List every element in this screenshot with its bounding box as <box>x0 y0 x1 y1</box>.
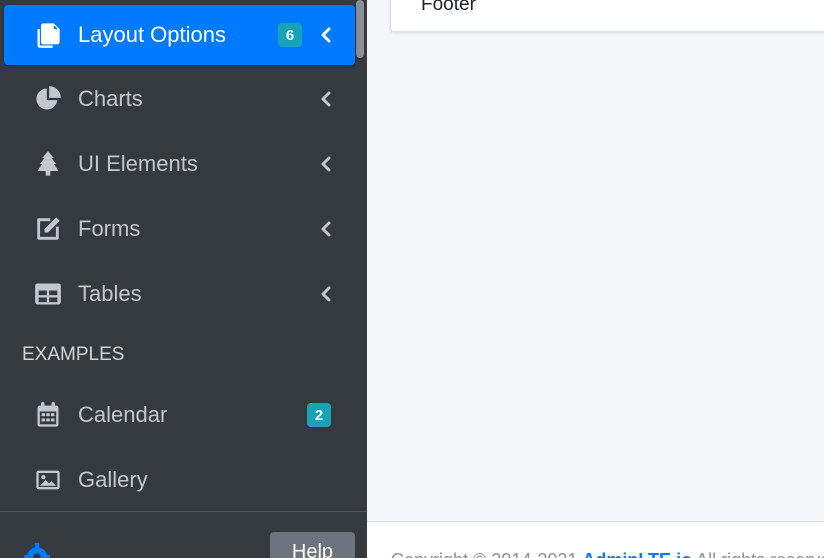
nav-label: Charts <box>78 86 143 111</box>
sidebar-scrollbar[interactable] <box>356 0 364 58</box>
chevron-left-icon <box>317 285 335 303</box>
cogs-icon[interactable] <box>20 540 54 558</box>
calendar-icon <box>34 401 62 429</box>
chevron-left-icon <box>317 90 335 108</box>
footer-copyright: Copyright © 2014-2021 <box>391 550 577 558</box>
nav-item-calendar[interactable]: Calendar 2 <box>4 385 355 445</box>
help-button[interactable]: Help <box>270 532 355 558</box>
nav-item-ui-elements[interactable]: UI Elements <box>4 134 355 194</box>
card-footer: Footer <box>390 0 824 32</box>
nav-label: Tables <box>78 281 142 306</box>
card-footer-text: Footer <box>421 0 476 15</box>
footer-brand-link[interactable]: AdminLTE.io <box>582 550 692 558</box>
sidebar-divider <box>0 511 367 512</box>
table-icon <box>34 280 62 308</box>
nav-label: Layout Options <box>78 22 226 47</box>
main-footer: Copyright © 2014-2021 AdminLTE.io All ri… <box>367 521 824 558</box>
nav-label: Forms <box>78 216 141 241</box>
sidebar: Layout Options 6 Charts UI Elements Form… <box>0 0 367 558</box>
nav-header-examples: EXAMPLES <box>22 344 125 365</box>
copy-icon <box>34 21 62 49</box>
nav-label: UI Elements <box>78 151 198 176</box>
chevron-left-icon <box>317 155 335 173</box>
nav-item-tables[interactable]: Tables <box>4 264 355 324</box>
nav-label: Calendar <box>78 402 168 427</box>
badge-count: 2 <box>307 403 331 427</box>
nav-item-gallery[interactable]: Gallery <box>4 450 355 510</box>
nav-label: Gallery <box>78 467 148 492</box>
tree-icon <box>34 150 62 178</box>
content-wrapper: Footer Copyright © 2014-2021 AdminLTE.io… <box>367 0 824 558</box>
image-icon <box>34 466 62 494</box>
badge-count: 6 <box>278 23 302 47</box>
nav-item-forms[interactable]: Forms <box>4 199 355 259</box>
nav-item-layout-options[interactable]: Layout Options 6 <box>4 5 355 65</box>
footer-rights: All rights reserved. <box>696 550 824 558</box>
chevron-left-icon <box>317 220 335 238</box>
chart-pie-icon <box>34 85 62 113</box>
edit-icon <box>34 215 62 243</box>
nav-item-charts[interactable]: Charts <box>4 69 355 129</box>
chevron-left-icon <box>317 26 335 44</box>
